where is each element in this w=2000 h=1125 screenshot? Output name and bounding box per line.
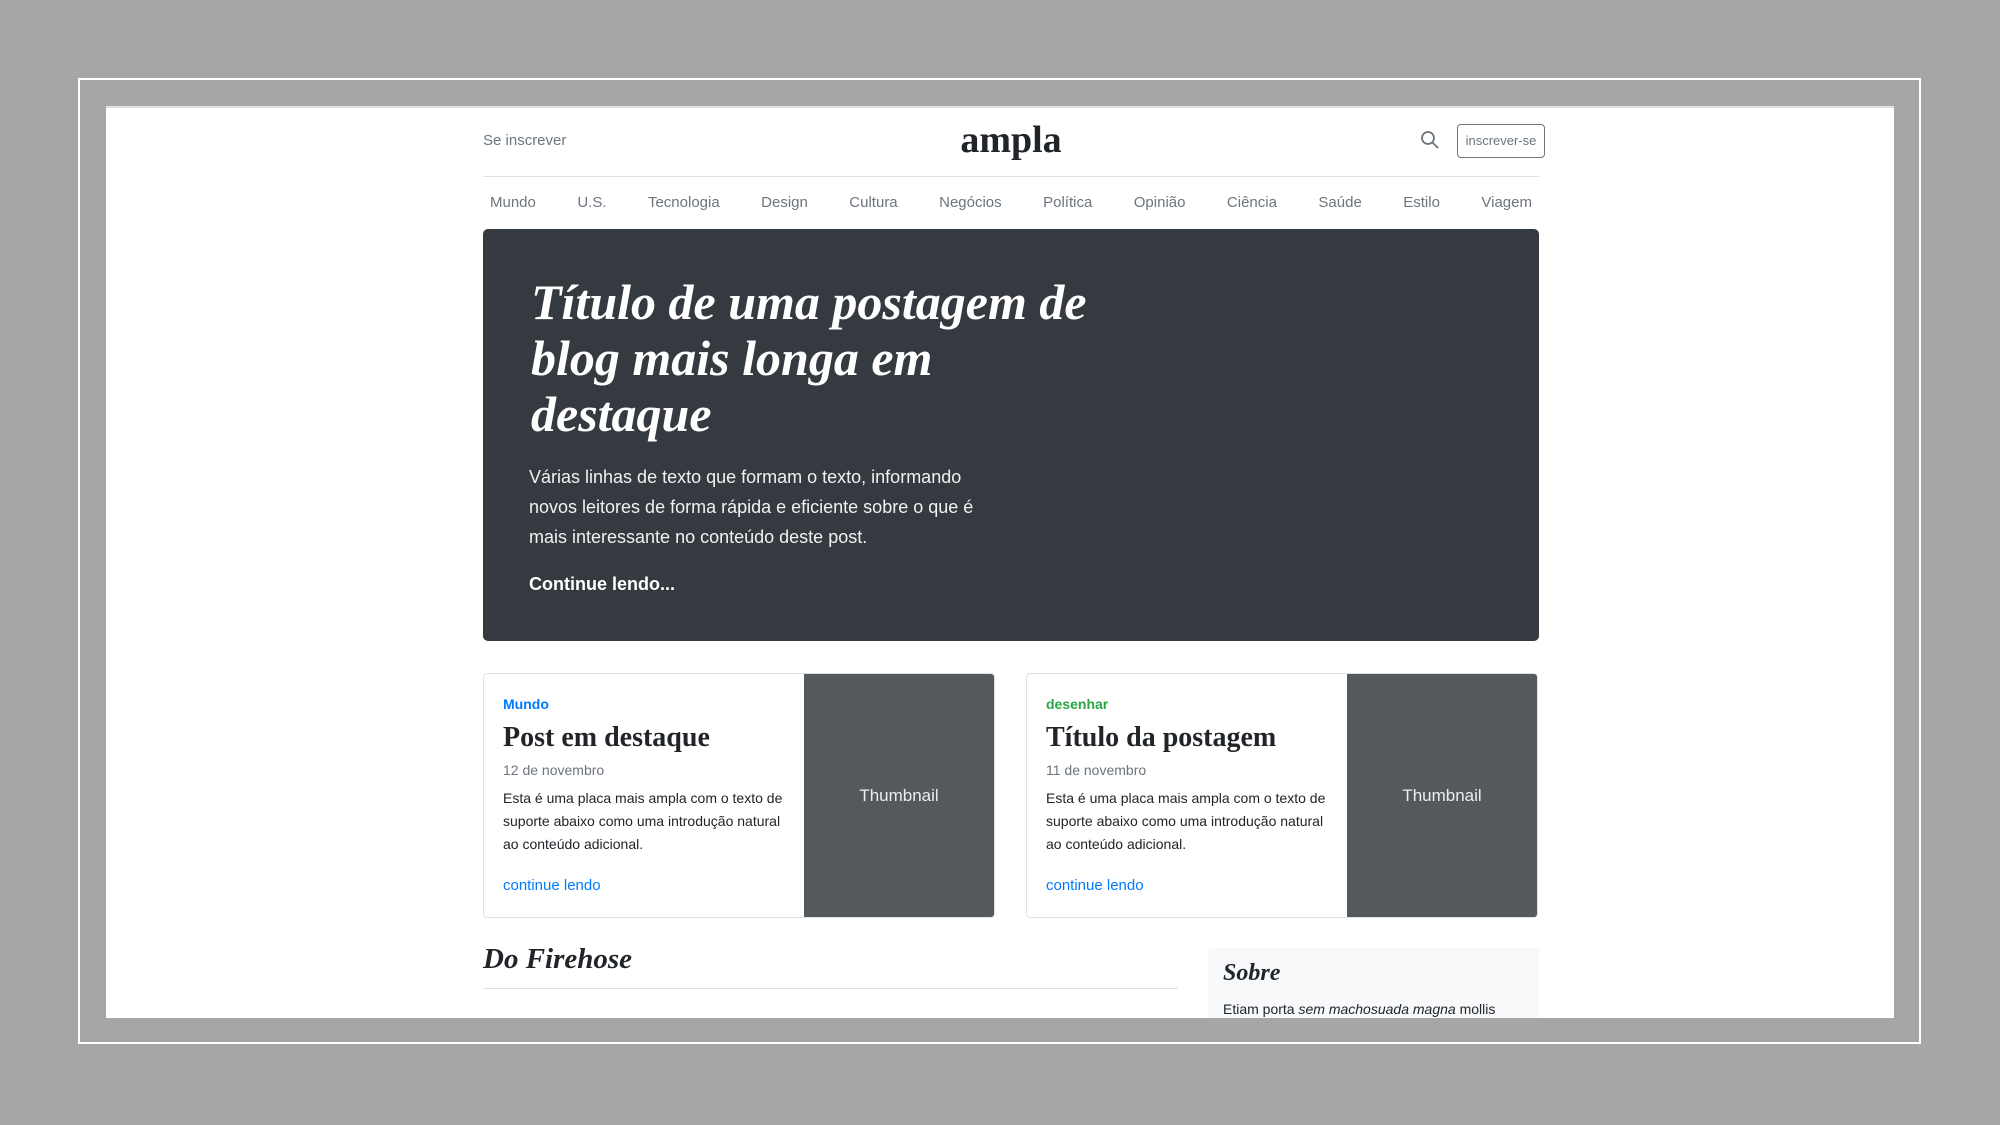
nav-item-negocios[interactable]: Negócios (939, 194, 1002, 211)
thumbnail-label: Thumbnail (1402, 785, 1482, 805)
card-category: Mundo (503, 696, 549, 712)
hero-banner: Título de uma postagem de blog mais long… (483, 229, 1539, 641)
about-title: Sobre (1223, 960, 1281, 986)
nav-item-opiniao[interactable]: Opinião (1134, 194, 1186, 211)
card-continue-link[interactable]: continue lendo (1046, 877, 1144, 894)
page: Se inscrever ampla inscrever-se Mundo U.… (106, 106, 1894, 1018)
about-text-emphasis: sem machosuada magna (1298, 1001, 1456, 1017)
nav-item-saude[interactable]: Saúde (1318, 194, 1361, 211)
section-title: Do Firehose (483, 943, 1178, 989)
nav-item-tecnologia[interactable]: Tecnologia (648, 194, 720, 211)
hero-lead: Várias linhas de texto que formam o text… (529, 467, 974, 547)
search-icon[interactable] (1420, 130, 1440, 150)
nav-item-ciencia[interactable]: Ciência (1227, 194, 1277, 211)
nav-item-cultura[interactable]: Cultura (849, 194, 897, 211)
card-thumbnail: Thumbnail (804, 674, 994, 917)
thumbnail-label: Thumbnail (859, 785, 939, 805)
signup-button[interactable]: inscrever-se (1457, 124, 1545, 158)
about-text-start: Etiam porta (1223, 1001, 1299, 1017)
nav-item-design[interactable]: Design (761, 194, 808, 211)
card-date: 11 de novembro (1046, 762, 1147, 778)
hero-continue-link[interactable]: Continue lendo... (529, 574, 675, 595)
card-body: Mundo Post em destaque 12 de novembro Es… (484, 674, 806, 917)
about-text-end: mollis (1455, 1001, 1496, 1017)
nav-item-estilo[interactable]: Estilo (1403, 194, 1440, 211)
card-title: Título da postagem (1046, 722, 1277, 753)
featured-card: desenhar Título da postagem 11 de novemb… (1026, 673, 1538, 918)
card-text: Esta é uma placa mais ampla com o texto … (1046, 790, 1326, 852)
card-text: Esta é uma placa mais ampla com o texto … (503, 790, 783, 852)
hero-title: Título de uma postagem de blog mais long… (531, 274, 1087, 442)
card-thumbnail: Thumbnail (1347, 674, 1537, 917)
category-nav: Mundo U.S. Tecnologia Design Cultura Neg… (483, 176, 1539, 228)
about-box: Sobre Etiam porta sem machosuada magna m… (1208, 948, 1539, 1018)
card-date: 12 de novembro (503, 762, 605, 778)
card-category: desenhar (1046, 696, 1109, 712)
header: Se inscrever ampla inscrever-se (483, 108, 1545, 177)
about-text: Etiam porta sem machosuada magna mollis (1223, 1001, 1528, 1017)
card-continue-link[interactable]: continue lendo (503, 877, 601, 894)
card-title: Post em destaque (503, 722, 710, 753)
nav-item-viagem[interactable]: Viagem (1481, 194, 1532, 211)
site-logo[interactable]: ampla (483, 118, 1539, 162)
nav-item-politica[interactable]: Política (1043, 194, 1092, 211)
nav-item-mundo[interactable]: Mundo (490, 194, 536, 211)
featured-card: Mundo Post em destaque 12 de novembro Es… (483, 673, 995, 918)
card-body: desenhar Título da postagem 11 de novemb… (1027, 674, 1349, 917)
nav-item-us[interactable]: U.S. (577, 194, 606, 211)
